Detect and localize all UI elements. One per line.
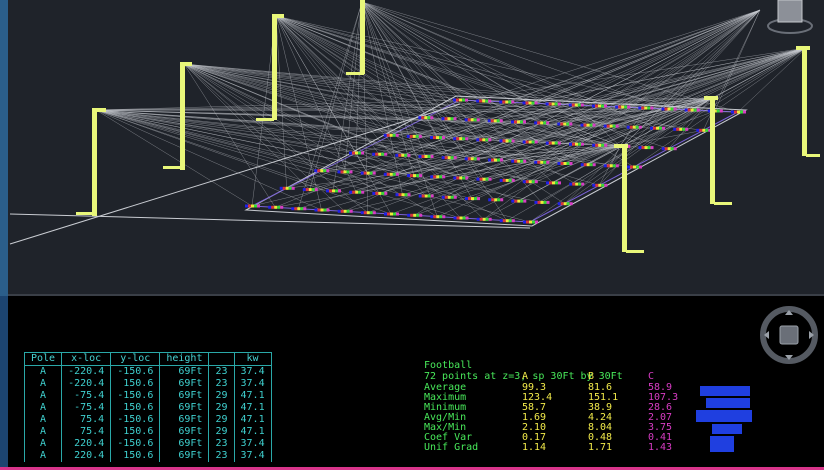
- col-header-qty: [208, 352, 235, 366]
- stat-row: Avg/Min 1.69 4.24 2.07: [424, 412, 672, 423]
- stat-row: Minimum 58.7 38.9 28.6: [424, 402, 672, 413]
- table-cell: A: [23, 438, 63, 450]
- table-cell: 29: [208, 414, 235, 426]
- stat-row: Average 99.3 81.6 58.9: [424, 382, 672, 393]
- table-cell: -150.6: [110, 438, 161, 450]
- table-cell: A: [23, 450, 63, 462]
- stat-row: Maximum 123.4 151.1 107.3: [424, 392, 678, 403]
- table-cell: A: [23, 414, 63, 426]
- table-cell: 150.6: [110, 378, 161, 390]
- calc-stats: A B C Average 99.3 81.6 58.9 Maximum 123.4 151…: [424, 371, 678, 453]
- stadium-3d-scene: [9, 0, 820, 253]
- table-row: A -75.4 150.6 69Ft 29 47.1: [23, 402, 272, 414]
- table-cell: -150.6: [110, 365, 161, 378]
- table-cell: 29: [208, 402, 235, 414]
- viewport-left-edge: [0, 0, 8, 296]
- col-head-b: B: [588, 371, 595, 382]
- table-cell: A: [23, 426, 63, 438]
- stat-rows: Average 99.3 81.6 58.9 Maximum 123.4 151.1 107.…: [424, 382, 678, 453]
- col-head-c: C: [648, 371, 655, 382]
- col-header-height: height: [159, 352, 210, 366]
- table-cell: 23: [208, 450, 235, 462]
- ground-line: [9, 213, 531, 229]
- table-cell: 69Ft: [159, 365, 210, 378]
- table-cell: 23: [208, 378, 235, 390]
- table-body: A -220.4 -150.6 69Ft 23 37.4 A -220.4 150.6 69Ft 2…: [23, 365, 272, 462]
- table-cell: 47.1: [233, 426, 272, 438]
- col-header-x-loc: x-loc: [61, 352, 112, 366]
- light-pole[interactable]: [796, 46, 820, 157]
- col-header-kw: kw: [233, 352, 272, 366]
- stat-row: Unif Grad 1.14 1.71 1.43: [424, 442, 672, 453]
- calc-summary: Football 72 points at z=3, sp 30Ft by 30…: [424, 360, 678, 453]
- table-cell: A: [23, 365, 63, 378]
- stat-label: Unif Grad: [424, 442, 479, 453]
- viewcube[interactable]: [766, 0, 814, 34]
- col-header-pole: Pole: [23, 352, 63, 366]
- light-pole[interactable]: [614, 144, 644, 253]
- table-row: A -220.4 150.6 69Ft 23 37.4: [23, 378, 272, 390]
- stat-value: 1.14: [522, 442, 547, 453]
- table-cell: 75.4: [61, 426, 112, 438]
- paper-left-edge: [0, 296, 8, 470]
- table-cell: 69Ft: [159, 402, 210, 414]
- table-cell: 47.1: [233, 414, 272, 426]
- col-header-y-loc: y-loc: [110, 352, 161, 366]
- table-cell: 69Ft: [159, 414, 210, 426]
- table-cell: A: [23, 390, 63, 402]
- table-cell: -75.4: [61, 390, 112, 402]
- aim-lines: [95, 1, 807, 223]
- table-cell: -150.6: [110, 390, 161, 402]
- table-cell: 150.6: [110, 450, 161, 462]
- table-cell: 69Ft: [159, 426, 210, 438]
- table-row: A -220.4 -150.6 69Ft 23 37.4: [23, 365, 272, 378]
- table-cell: 37.4: [233, 365, 272, 378]
- table-cell: -220.4: [61, 365, 112, 378]
- table-cell: 75.4: [61, 414, 112, 426]
- light-pole[interactable]: [76, 108, 106, 216]
- table-cell: 29: [208, 426, 235, 438]
- table-row: A 220.4 150.6 69Ft 23 37.4: [23, 450, 272, 462]
- table-cell: 23: [208, 438, 235, 450]
- table-cell: 220.4: [61, 438, 112, 450]
- table-row: A 75.4 150.6 69Ft 29 47.1: [23, 426, 272, 438]
- table-row: A -75.4 -150.6 69Ft 29 47.1: [23, 390, 272, 402]
- table-cell: 150.6: [110, 426, 161, 438]
- table-cell: -220.4: [61, 378, 112, 390]
- blue-legend-block: [696, 386, 756, 456]
- table-cell: A: [23, 402, 63, 414]
- stat-row: Coef Var 0.17 0.48 0.41: [424, 432, 672, 443]
- table-cell: 37.4: [233, 438, 272, 450]
- table-cell: 69Ft: [159, 450, 210, 462]
- stat-value: 1.71: [588, 442, 613, 453]
- stat-value: 1.43: [648, 442, 673, 453]
- navigation-wheel[interactable]: [760, 306, 818, 364]
- table-row: A 220.4 -150.6 69Ft 23 37.4: [23, 438, 272, 450]
- table-cell: 69Ft: [159, 378, 210, 390]
- calc-title: Football: [424, 360, 473, 371]
- table-cell: 37.4: [233, 378, 272, 390]
- luminaire-schedule-table: Pole x-loc y-loc height kw A -220.4 -150.6…: [23, 352, 272, 462]
- table-cell: 23: [208, 365, 235, 378]
- table-cell: 29: [208, 390, 235, 402]
- table-cell: 69Ft: [159, 390, 210, 402]
- col-head-a: A: [522, 371, 529, 382]
- table-cell: 69Ft: [159, 438, 210, 450]
- table-cell: 220.4: [61, 450, 112, 462]
- stat-row: Max/Min 2.10 8.04 3.75: [424, 422, 672, 433]
- model-viewport[interactable]: [0, 0, 824, 296]
- table-cell: 37.4: [233, 450, 272, 462]
- table-row: A 75.4 -150.6 69Ft 29 47.1: [23, 414, 272, 426]
- table-cell: 47.1: [233, 402, 272, 414]
- table-cell: 47.1: [233, 390, 272, 402]
- table-cell: A: [23, 378, 63, 390]
- table-cell: -75.4: [61, 402, 112, 414]
- table-cell: 150.6: [110, 402, 161, 414]
- table-cell: -150.6: [110, 414, 161, 426]
- table-header-row: Pole x-loc y-loc height kw: [23, 352, 272, 366]
